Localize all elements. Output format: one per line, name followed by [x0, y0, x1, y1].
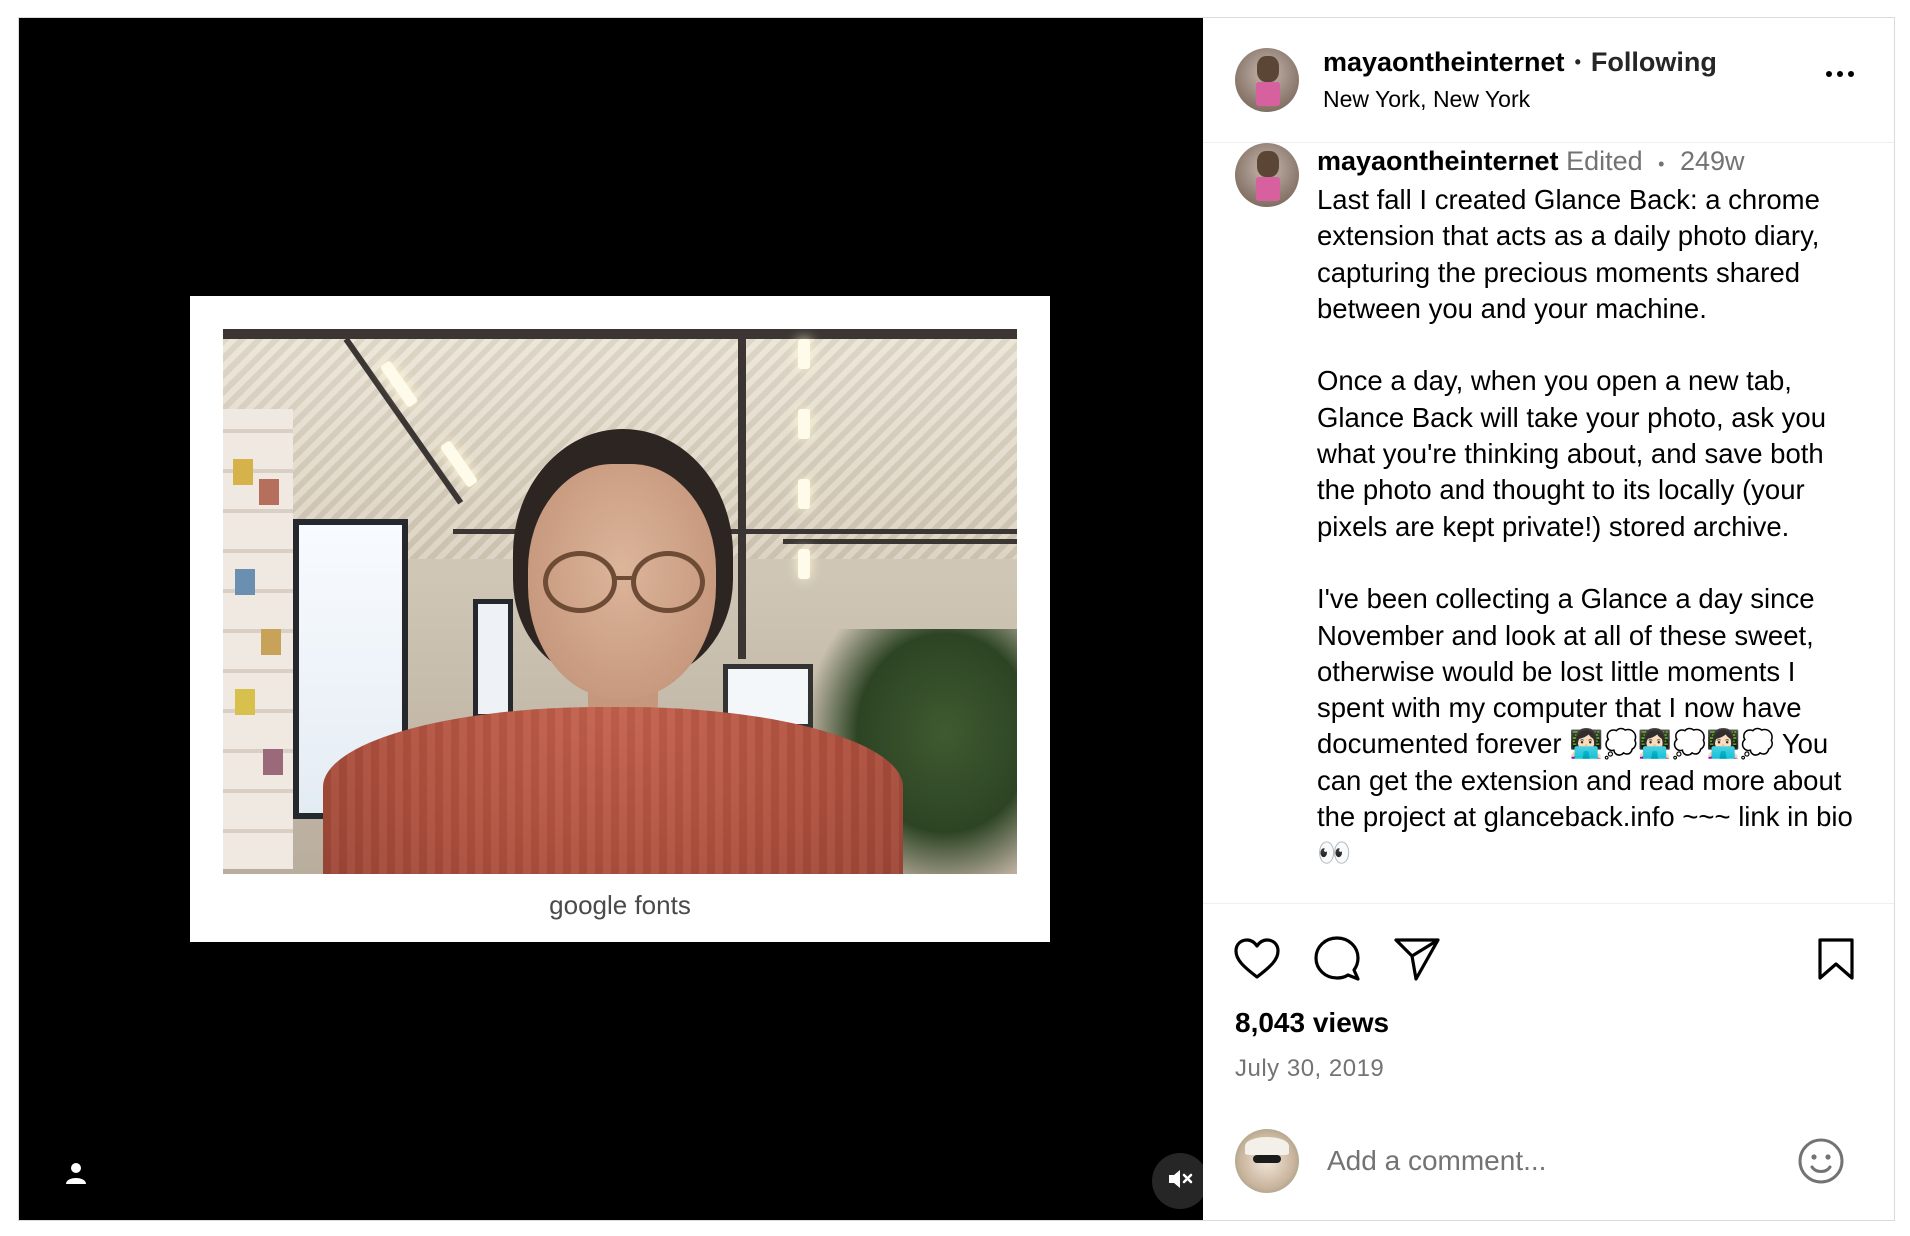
mute-button[interactable]: [1152, 1153, 1203, 1209]
more-horizontal-icon: [1826, 71, 1832, 77]
bookmark-icon: [1818, 938, 1854, 980]
video-caption: google fonts: [549, 890, 691, 920]
speaker-muted-icon: [1167, 1168, 1193, 1195]
comment-age[interactable]: 249w: [1680, 146, 1745, 176]
comment-username[interactable]: mayaontheinternet: [1317, 146, 1559, 176]
person-icon: [65, 1161, 87, 1190]
comments-section[interactable]: mayaontheinternet Edited • 249w Last fal…: [1203, 143, 1894, 903]
smiley-icon: [1798, 1138, 1844, 1184]
tagged-people-button[interactable]: [59, 1158, 93, 1192]
share-button[interactable]: [1393, 935, 1441, 983]
author-username[interactable]: mayaontheinternet: [1323, 47, 1565, 78]
author-avatar[interactable]: [1235, 48, 1299, 112]
post-details: mayaontheinternet • Following New York, …: [1203, 18, 1894, 1220]
post-header: mayaontheinternet • Following New York, …: [1203, 18, 1894, 143]
emoji-button[interactable]: [1796, 1136, 1846, 1186]
commenter-avatar[interactable]: [1235, 143, 1299, 207]
post-location[interactable]: New York, New York: [1323, 86, 1717, 113]
paper-plane-icon: [1394, 937, 1440, 981]
instagram-post: google fonts mayaontheinternet • Followi…: [18, 17, 1895, 1221]
add-comment-bar: [1203, 1102, 1894, 1220]
following-button[interactable]: Following: [1591, 47, 1717, 78]
save-button[interactable]: [1812, 935, 1860, 983]
webcam-photo: [223, 329, 1017, 874]
video-frame: google fonts: [190, 296, 1050, 942]
caption-text: Last fall I created Glance Back: a chrom…: [1317, 184, 1853, 869]
more-options-button[interactable]: [1822, 63, 1858, 85]
caption-comment: mayaontheinternet Edited • 249w Last fal…: [1235, 143, 1862, 872]
post-date[interactable]: July 30, 2019: [1203, 1055, 1894, 1083]
video-player[interactable]: google fonts: [19, 18, 1203, 1220]
comment-bubble-icon: [1314, 935, 1360, 981]
meta-separator: •: [1658, 154, 1665, 174]
separator-dot: •: [1574, 52, 1581, 72]
current-user-avatar: [1235, 1129, 1299, 1193]
comment-input[interactable]: [1327, 1145, 1747, 1177]
like-button[interactable]: [1233, 935, 1281, 983]
action-bar: [1203, 903, 1894, 1013]
comment-button[interactable]: [1313, 935, 1361, 983]
heart-icon: [1234, 937, 1280, 979]
edited-label: Edited: [1566, 146, 1643, 176]
